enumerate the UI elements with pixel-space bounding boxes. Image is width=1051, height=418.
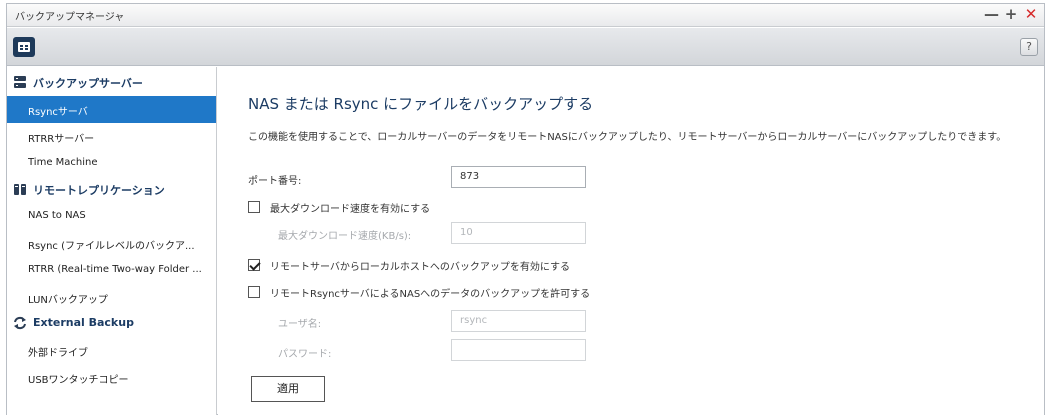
- backup-manager-window: バックアップマネージャ — + ✕ ? バックアップサーバー Rsyncサーバ …: [6, 3, 1045, 415]
- allow-rsync-checkbox[interactable]: [248, 286, 260, 298]
- sidebar-item-rsync-file-level[interactable]: Rsync (ファイルレベルのバックア...: [7, 230, 216, 257]
- username-input[interactable]: rsync: [451, 310, 586, 332]
- remote-to-local-row: リモートサーバからローカルホストへのバックアップを有効にする: [248, 257, 570, 273]
- sidebar-item-label: Time Machine: [28, 157, 98, 168]
- sidebar-group-label: External Backup: [33, 316, 134, 329]
- description-text: この機能を使用することで、ローカルサーバーのデータをリモートNASにバックアップ…: [248, 132, 1007, 143]
- sidebar-group-label: バックアップサーバー: [33, 77, 143, 90]
- main-panel: NAS または Rsync にファイルをバックアップする この機能を使用すること…: [218, 67, 1044, 415]
- help-button[interactable]: ?: [1020, 38, 1038, 56]
- sidebar-item-lun-backup[interactable]: LUNバックアップ: [7, 284, 216, 311]
- sidebar-item-external-drive[interactable]: 外部ドライブ: [7, 337, 216, 364]
- sidebar-item-label: USBワンタッチコピー: [28, 375, 129, 386]
- max-download-checkbox-label: 最大ダウンロード速度を有効にする: [270, 203, 431, 215]
- sidebar-group-label: リモートレプリケーション: [33, 184, 165, 197]
- allow-rsync-checkbox-label: リモートRsyncサーバによるNASへのデータのバックアップを許可する: [270, 288, 591, 300]
- max-download-checkbox[interactable]: [248, 201, 260, 213]
- maximize-button[interactable]: +: [1004, 5, 1018, 23]
- window-title: バックアップマネージャ: [15, 12, 125, 23]
- sidebar-item-label: RTRR (Real-time Two-way Folder ...: [28, 264, 202, 275]
- page-title: NAS または Rsync にファイルをバックアップする: [248, 95, 594, 113]
- title-bar: バックアップマネージャ — + ✕: [7, 4, 1044, 27]
- max-download-speed-input[interactable]: 10: [451, 222, 586, 244]
- sidebar: バックアップサーバー Rsyncサーバ RTRRサーバー Time Machin…: [7, 67, 217, 415]
- sidebar-group-remote-replication[interactable]: リモートレプリケーション: [7, 176, 216, 202]
- close-button[interactable]: ✕: [1024, 5, 1038, 23]
- minimize-button[interactable]: —: [984, 5, 999, 23]
- port-label: ポート番号:: [248, 176, 302, 187]
- sidebar-item-label: Rsync (ファイルレベルのバックア...: [28, 241, 195, 252]
- sidebar-item-label: 外部ドライブ: [28, 348, 88, 359]
- username-label: ユーザ名:: [278, 319, 322, 330]
- password-input[interactable]: [451, 339, 586, 361]
- password-label: パスワード:: [278, 349, 332, 360]
- replication-icon: [14, 184, 26, 195]
- toolbar: ?: [7, 28, 1044, 66]
- apply-button[interactable]: 適用: [251, 376, 325, 402]
- window-controls: — + ✕: [984, 5, 1038, 23]
- app-menu-button[interactable]: [13, 37, 35, 57]
- sidebar-item-label: Rsyncサーバ: [28, 107, 88, 118]
- remote-to-local-checkbox-label: リモートサーバからローカルホストへのバックアップを有効にする: [270, 261, 570, 273]
- sidebar-item-rtrr-realtime[interactable]: RTRR (Real-time Two-way Folder ...: [7, 257, 216, 284]
- sidebar-item-label: RTRRサーバー: [28, 134, 95, 145]
- sidebar-group-backup-server[interactable]: バックアップサーバー: [7, 69, 216, 95]
- sidebar-item-label: LUNバックアップ: [28, 295, 108, 306]
- sidebar-item-rtrr-server[interactable]: RTRRサーバー: [7, 123, 216, 150]
- sidebar-group-external-backup[interactable]: External Backup: [7, 310, 216, 336]
- max-download-speed-label: 最大ダウンロード速度(KB/s):: [278, 231, 412, 242]
- port-input[interactable]: 873: [451, 166, 586, 188]
- max-download-row: 最大ダウンロード速度を有効にする: [248, 199, 430, 215]
- sidebar-item-label: NAS to NAS: [28, 210, 86, 221]
- server-icon: [14, 76, 26, 88]
- sidebar-item-usb-one-touch-copy[interactable]: USBワンタッチコピー: [7, 364, 216, 391]
- sync-icon: [14, 316, 26, 330]
- allow-rsync-row: リモートRsyncサーバによるNASへのデータのバックアップを許可する: [248, 284, 590, 300]
- remote-to-local-checkbox[interactable]: [248, 259, 260, 271]
- sidebar-item-nas-to-nas[interactable]: NAS to NAS: [7, 203, 216, 230]
- app-menu-icon: [18, 42, 30, 52]
- sidebar-item-rsync-server[interactable]: Rsyncサーバ: [7, 96, 216, 123]
- sidebar-item-time-machine[interactable]: Time Machine: [7, 150, 216, 177]
